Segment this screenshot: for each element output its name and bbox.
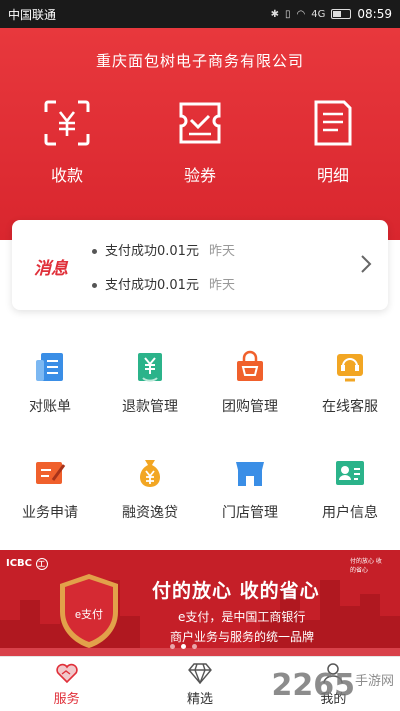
vibrate-icon: ▯ <box>285 8 291 20</box>
store-icon <box>236 462 264 486</box>
carousel-dot <box>192 644 197 649</box>
heart-handshake-icon <box>55 663 78 683</box>
headset-icon <box>337 354 363 382</box>
document-list-icon <box>314 100 352 146</box>
wifi-icon: ◠ <box>296 8 306 20</box>
grid-item-refund[interactable]: 退款管理 <box>100 350 200 416</box>
shield-text: e支付 <box>75 608 103 621</box>
id-card-icon <box>336 461 364 485</box>
grid-label: 业务申请 <box>22 505 78 521</box>
tab-service[interactable]: 服务 <box>0 657 133 711</box>
grid-item-application[interactable]: 业务申请 <box>0 456 100 522</box>
details-label: 明细 <box>316 166 349 185</box>
message-text: 支付成功0.01元 <box>105 244 199 259</box>
icbc-logo: ICBC 工 <box>6 558 48 570</box>
ticket-check-icon <box>179 102 221 144</box>
refund-icon <box>138 353 162 382</box>
bluetooth-icon: ✱ <box>270 8 280 20</box>
message-time: 昨天 <box>208 244 235 259</box>
grid-label: 用户信息 <box>322 505 378 521</box>
banner-subtitle: e支付，是中国工商银行 <box>178 610 306 624</box>
watermark: 2265手游网 <box>271 668 394 703</box>
seal-badge: 付的放心 收的省心 <box>350 558 382 574</box>
banner-subtitle: 商户业务与服务的统一品牌 <box>170 630 315 644</box>
grid-item-financing[interactable]: 融资逸贷 <box>100 456 200 522</box>
grid-item-group-buy[interactable]: 团购管理 <box>200 350 300 416</box>
carousel-dot <box>170 644 175 649</box>
icbc-logo-text: ICBC <box>6 558 33 569</box>
shield-icon: e支付 <box>60 574 118 648</box>
status-icons: ✱ ▯ ◠ 4G 08:59 <box>271 7 392 21</box>
header: 重庆面包树电子商务有限公司 收款 验券 明细 <box>0 28 400 240</box>
grid-item-user-info[interactable]: 用户信息 <box>300 456 400 522</box>
tab-label: 服务 <box>53 691 80 707</box>
message-card[interactable]: 消息 支付成功0.01元 昨天 支付成功0.01元 昨天 <box>12 220 388 310</box>
shopping-bag-icon <box>237 350 263 381</box>
grid-item-store[interactable]: 门店管理 <box>200 456 300 522</box>
grid-item-customer-service[interactable]: 在线客服 <box>300 350 400 416</box>
battery-icon <box>331 9 352 19</box>
grid-label: 在线客服 <box>322 399 378 415</box>
money-bag-icon <box>139 460 161 487</box>
verify-coupon-button[interactable]: 验券 <box>150 98 250 186</box>
grid-label: 退款管理 <box>122 399 178 415</box>
diamond-icon <box>188 662 212 684</box>
watermark-suffix: 手游网 <box>354 674 394 689</box>
message-item: 支付成功0.01元 昨天 <box>92 274 235 293</box>
grid-label: 团购管理 <box>222 399 278 415</box>
chevron-right-icon[interactable] <box>360 254 372 274</box>
banner-title: 付的放心 收的省心 <box>152 580 320 602</box>
details-button[interactable]: 明细 <box>283 98 383 186</box>
scan-yuan-icon <box>44 100 90 146</box>
tab-label: 精选 <box>186 691 213 707</box>
promo-banner[interactable]: ICBC 工 e支付 付的放心 收的省心 e支付，是中国工商银行 商户业务与服务… <box>0 550 400 656</box>
carrier-label: 中国联通 <box>8 7 57 22</box>
grid-label: 对账单 <box>29 399 71 415</box>
grid-label: 门店管理 <box>222 505 278 521</box>
company-name: 重庆面包树电子商务有限公司 <box>95 52 304 70</box>
tab-featured[interactable]: 精选 <box>133 657 266 711</box>
carousel-indicator <box>170 644 197 649</box>
grid-label: 融资逸贷 <box>122 505 178 521</box>
bullet-dot <box>92 283 97 288</box>
icbc-logo-mark: 工 <box>35 558 48 570</box>
collect-payment-label: 收款 <box>50 166 83 185</box>
signal-icon: 4G <box>311 8 326 20</box>
statement-icon <box>36 353 63 381</box>
grid-item-statement[interactable]: 对账单 <box>0 350 100 416</box>
carousel-dot-active <box>181 644 186 649</box>
status-bar: 中国联通 ✱ ▯ ◠ 4G 08:59 <box>0 0 400 28</box>
verify-coupon-label: 验券 <box>183 166 216 185</box>
collect-payment-button[interactable]: 收款 <box>17 98 117 186</box>
message-logo: 消息 <box>34 259 68 279</box>
application-icon <box>36 462 66 484</box>
message-text: 支付成功0.01元 <box>105 278 199 293</box>
message-time: 昨天 <box>208 278 235 293</box>
bullet-dot <box>92 249 97 254</box>
watermark-number: 2265 <box>271 668 355 703</box>
message-item: 支付成功0.01元 昨天 <box>92 240 235 259</box>
clock: 08:59 <box>357 7 392 21</box>
